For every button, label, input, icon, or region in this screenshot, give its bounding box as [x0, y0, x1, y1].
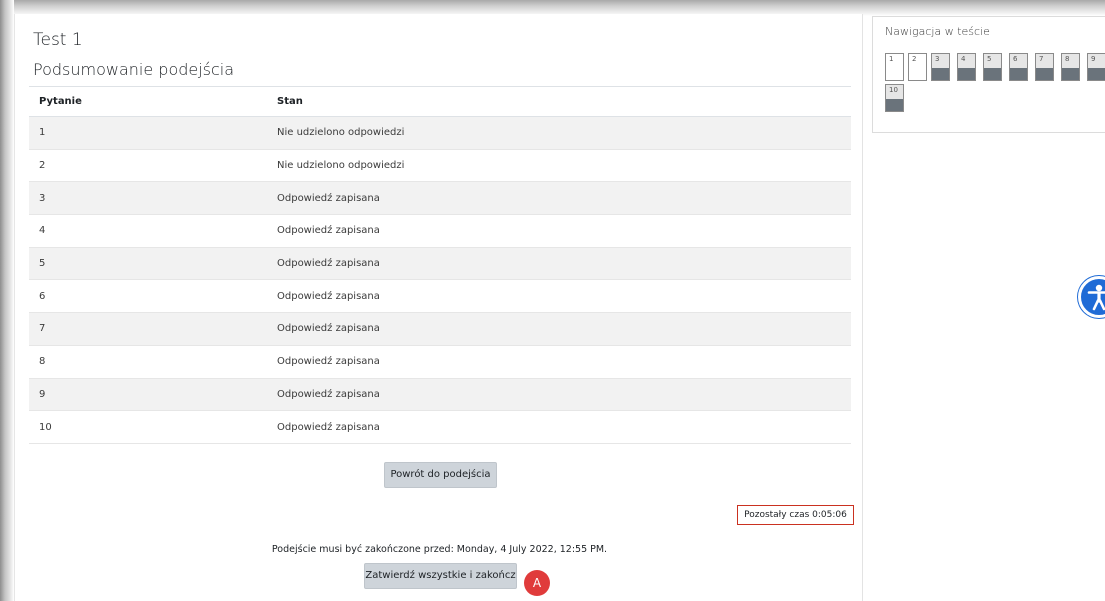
answered-indicator — [1062, 68, 1079, 80]
answered-indicator — [984, 68, 1001, 80]
question-nav-number: 3 — [935, 55, 940, 63]
question-status: Odpowiedź zapisana — [267, 214, 851, 248]
return-to-attempt-button[interactable]: Powrót do podejścia — [384, 462, 497, 488]
table-row: 2 Nie udzielono odpowiedzi — [29, 149, 851, 183]
question-status: Odpowiedź zapisana — [267, 312, 851, 346]
question-nav-number: 5 — [987, 55, 992, 63]
question-status: Odpowiedź zapisana — [267, 279, 851, 314]
table-header-row: Pytanie Stan — [29, 86, 851, 117]
question-number: 1 — [29, 116, 267, 150]
summary-table: Pytanie Stan 1 Nie udzielono odpowiedzi 2… — [29, 86, 851, 444]
question-nav-button-4[interactable]: 4 — [957, 53, 976, 81]
question-nav-button-6[interactable]: 6 — [1009, 53, 1028, 81]
question-number: 7 — [29, 312, 267, 346]
table-row: 9 Odpowiedź zapisana — [29, 378, 851, 412]
question-number: 3 — [29, 181, 267, 216]
question-number: 9 — [29, 378, 267, 412]
table-row: 7 Odpowiedź zapisana — [29, 312, 851, 346]
question-nav-button-1[interactable]: 1 — [885, 53, 904, 81]
table-row: 8 Odpowiedź zapisana — [29, 345, 851, 379]
question-nav-number: 7 — [1039, 55, 1044, 63]
table-row: 1 Nie udzielono odpowiedzi — [29, 116, 851, 150]
question-number: 6 — [29, 279, 267, 314]
table-row: 10 Odpowiedź zapisana — [29, 410, 851, 444]
table-row: 6 Odpowiedź zapisana — [29, 279, 851, 314]
summary-heading: Podsumowanie podejścia — [33, 60, 235, 79]
question-nav-button-8[interactable]: 8 — [1061, 53, 1080, 81]
submit-all-and-finish-button[interactable]: Zatwierdź wszystkie i zakończ — [364, 563, 517, 589]
due-date-text: Podejście musi być zakończone przed: Mon… — [271, 544, 608, 555]
quiz-navigation-panel: Nawigacja w teście 1 2 3 4 5 6 7 8 9 10 — [872, 16, 1105, 133]
question-status: Odpowiedź zapisana — [267, 181, 851, 216]
question-number: 4 — [29, 214, 267, 248]
question-nav-number: 2 — [912, 55, 917, 63]
answered-indicator — [958, 68, 975, 80]
question-nav-button-5[interactable]: 5 — [983, 53, 1002, 81]
question-number: 2 — [29, 149, 267, 183]
answered-indicator — [886, 99, 903, 111]
question-status: Odpowiedź zapisana — [267, 247, 851, 281]
question-nav-button-2[interactable]: 2 — [908, 53, 927, 81]
table-row: 4 Odpowiedź zapisana — [29, 214, 851, 248]
question-nav-number: 8 — [1065, 55, 1070, 63]
answered-indicator — [1088, 68, 1105, 80]
question-nav-number: 1 — [889, 55, 894, 63]
question-number: 10 — [29, 410, 267, 444]
timer-badge: Pozostały czas 0:05:06 — [737, 505, 854, 525]
question-number: 5 — [29, 247, 267, 281]
question-status: Odpowiedź zapisana — [267, 410, 851, 444]
answered-indicator — [932, 68, 949, 80]
accessibility-icon[interactable] — [1078, 276, 1105, 318]
answered-indicator — [1010, 68, 1027, 80]
question-nav-number: 9 — [1091, 55, 1096, 63]
question-nav-button-7[interactable]: 7 — [1035, 53, 1054, 81]
question-nav-button-9[interactable]: 9 — [1087, 53, 1105, 81]
question-number: 8 — [29, 345, 267, 379]
window-frame — [0, 0, 14, 601]
answered-indicator — [1036, 68, 1053, 80]
question-nav-button-10[interactable]: 10 — [885, 84, 904, 112]
column-header-status: Stan — [267, 86, 851, 117]
question-status: Nie udzielono odpowiedzi — [267, 116, 851, 150]
column-header-question: Pytanie — [29, 86, 267, 117]
question-nav-button-3[interactable]: 3 — [931, 53, 950, 81]
quiz-title: Test 1 — [33, 30, 83, 50]
question-status: Odpowiedź zapisana — [267, 345, 851, 379]
quiz-navigation-title: Nawigacja w teście — [885, 25, 990, 38]
quiz-summary-region: Test 1 Podsumowanie podejścia Pytanie St… — [14, 14, 863, 601]
annotation-marker: A — [524, 570, 550, 596]
question-nav-number: 10 — [889, 86, 898, 94]
question-status: Nie udzielono odpowiedzi — [267, 149, 851, 183]
question-nav-number: 6 — [1013, 55, 1018, 63]
question-status: Odpowiedź zapisana — [267, 378, 851, 412]
question-nav-number: 4 — [961, 55, 966, 63]
table-row: 3 Odpowiedź zapisana — [29, 181, 851, 216]
table-row: 5 Odpowiedź zapisana — [29, 247, 851, 281]
